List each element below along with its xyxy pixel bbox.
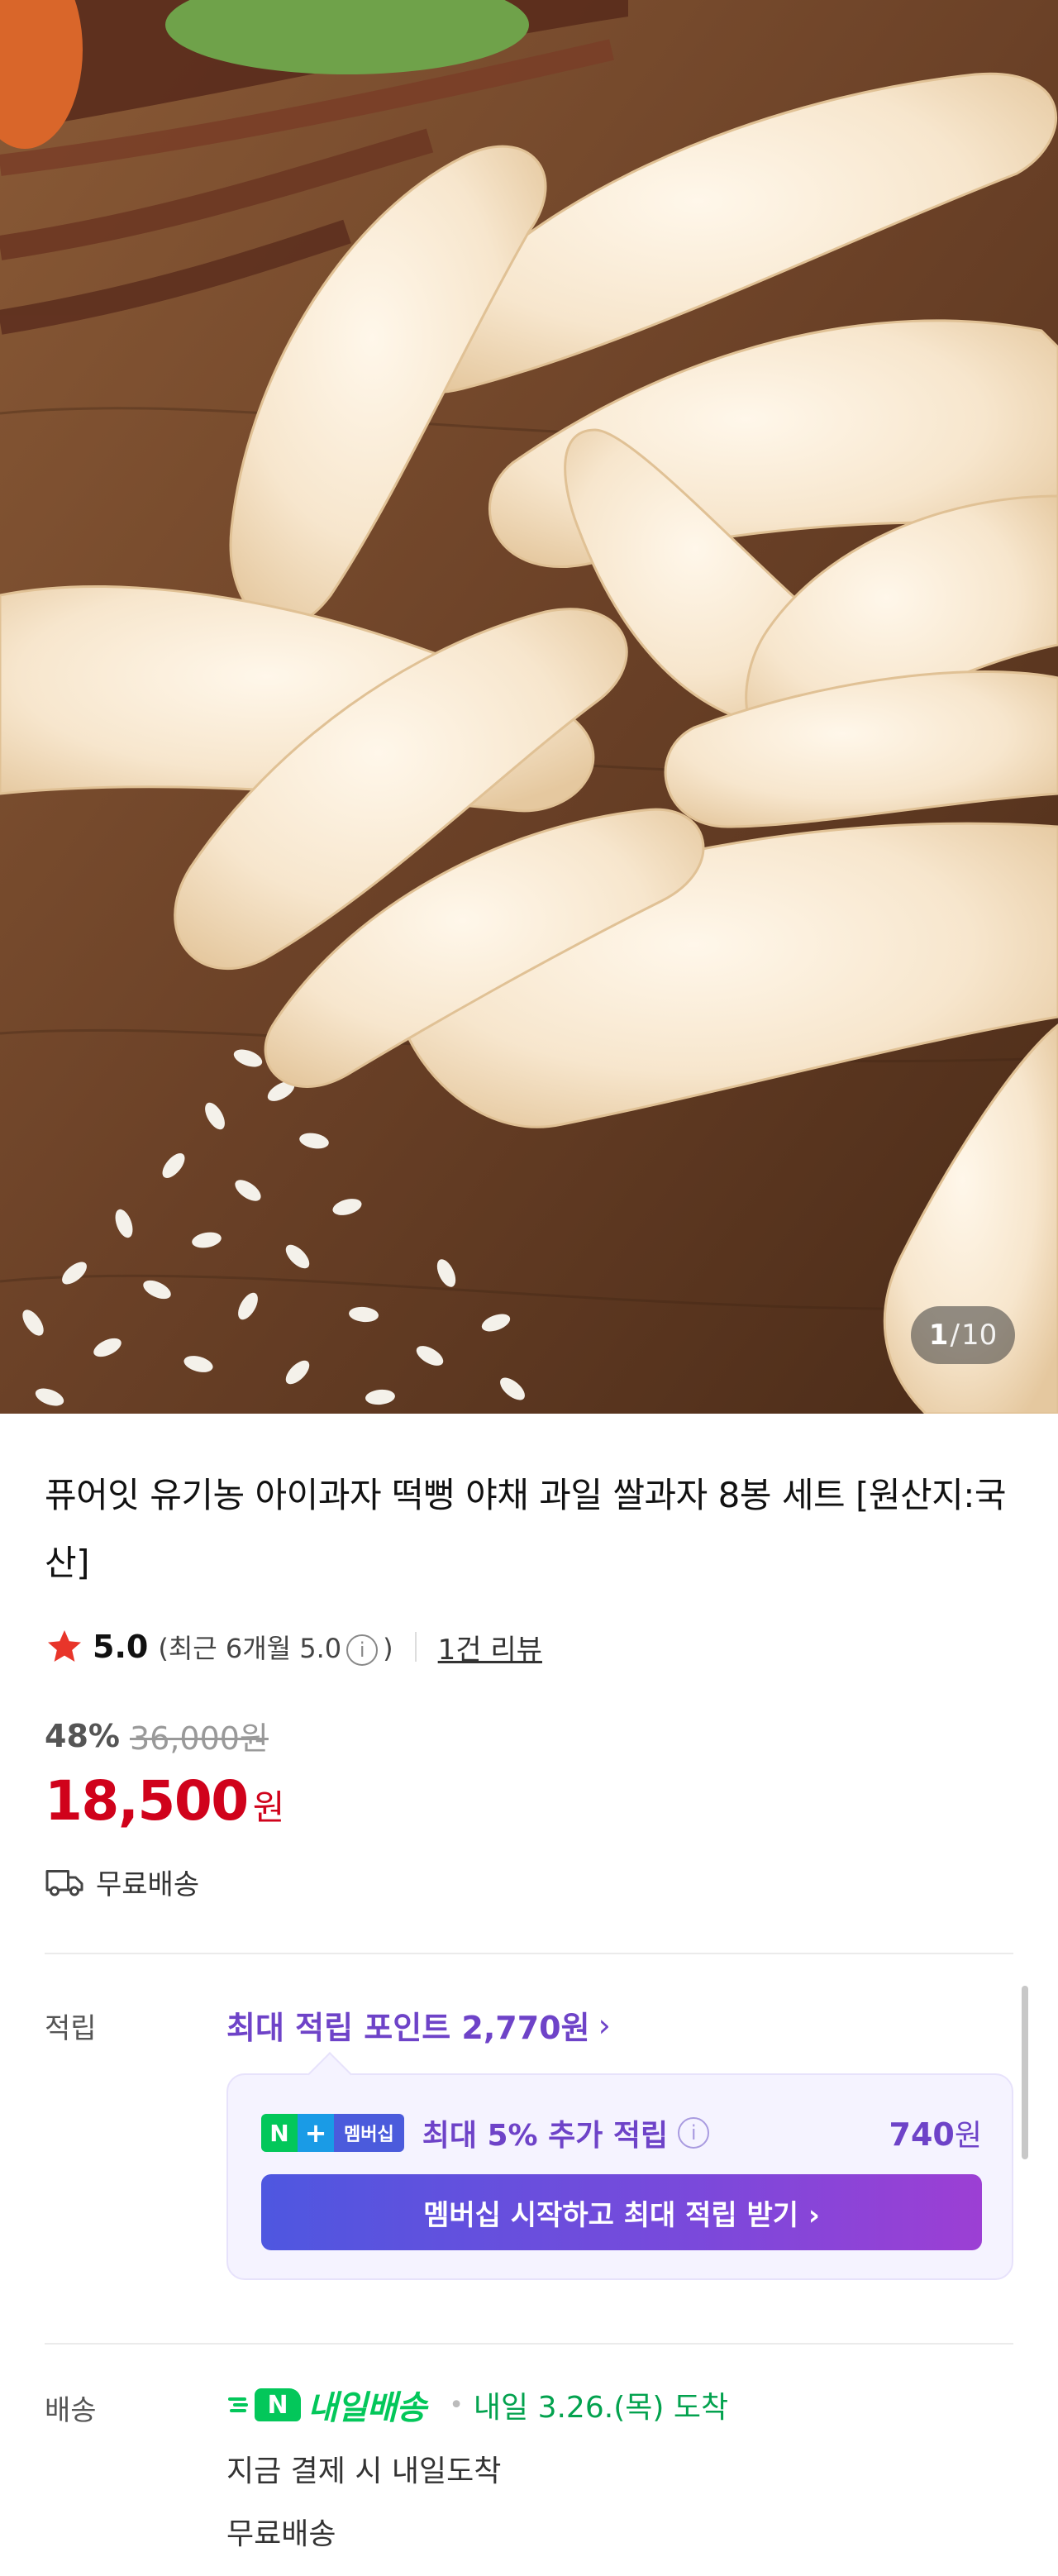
chevron-right-icon: › bbox=[598, 2006, 611, 2044]
image-counter-current: 1 bbox=[928, 1319, 949, 1352]
rating-recent-text: (최근 6개월 5.0 bbox=[158, 1633, 342, 1664]
info-icon[interactable]: i bbox=[346, 1634, 379, 1666]
rating-row: 5.0 (최근 6개월 5.0 i) 1건 리뷰 bbox=[45, 1622, 542, 1672]
separator-dot: • bbox=[449, 2390, 464, 2420]
delivery-fee-line: 무료배송 bbox=[226, 2517, 336, 2551]
image-counter-separator: / bbox=[950, 1319, 960, 1352]
membership-extra-row: N + 멤버십 최대 5% 추가 적립 i 740원 bbox=[261, 2108, 982, 2158]
original-price: 36,000원 bbox=[129, 1720, 269, 1757]
section-divider bbox=[45, 1953, 1013, 1954]
price-row: 18,500 원 bbox=[45, 1769, 284, 1833]
nextday-delivery-row: N 내일배송 • 내일 3.26.(목) 도착 bbox=[226, 2381, 728, 2429]
max-points-text: 최대 적립 포인트 2,770원 bbox=[226, 2010, 590, 2046]
membership-extra-amount-unit: 원 bbox=[954, 2119, 982, 2153]
points-label: 적립 bbox=[45, 2012, 97, 2045]
truck-icon bbox=[45, 1869, 83, 1896]
delivery-label: 배송 bbox=[45, 2394, 97, 2427]
section-divider bbox=[45, 2343, 1013, 2345]
image-counter-total: 10 bbox=[960, 1319, 998, 1352]
review-link[interactable]: 1건 리뷰 bbox=[438, 1627, 542, 1667]
product-image[interactable]: 1/10 bbox=[0, 0, 1058, 1414]
shipping-text: 무료배송 bbox=[96, 1868, 200, 1901]
delivery-info-line: 지금 결제 시 내일도착 bbox=[226, 2454, 502, 2488]
scrollbar[interactable] bbox=[1022, 1986, 1028, 2159]
image-counter: 1/10 bbox=[911, 1306, 1015, 1364]
product-photo bbox=[0, 0, 1058, 1414]
discount-row: 48% 36,000원 bbox=[45, 1713, 269, 1758]
rating-recent-close: ) bbox=[383, 1633, 393, 1664]
rating-recent: (최근 6개월 5.0 i) bbox=[158, 1628, 393, 1666]
sale-price: 18,500 bbox=[45, 1769, 249, 1833]
price-unit: 원 bbox=[252, 1787, 285, 1828]
membership-extra-text: 최대 5% 추가 적립 bbox=[422, 2119, 669, 2153]
naver-n-icon: N bbox=[255, 2388, 301, 2421]
speed-lines-icon bbox=[228, 2397, 248, 2412]
nextday-delivery-logo: N 내일배송 bbox=[226, 2381, 427, 2429]
nextday-delivery-text: 내일배송 bbox=[307, 2389, 427, 2427]
membership-extra-amount-value: 740 bbox=[889, 2116, 955, 2153]
rating-score: 5.0 bbox=[93, 1629, 149, 1665]
info-icon[interactable]: i bbox=[678, 2117, 710, 2149]
membership-points-box: N + 멤버십 최대 5% 추가 적립 i 740원 멤버십 시작하고 최대 적… bbox=[226, 2073, 1013, 2280]
product-title: 퓨어잇 유기농 아이과자 떡뻥 야채 과일 쌀과자 8봉 세트 [원산지:국산] bbox=[45, 1475, 1007, 1583]
naver-plus-membership-badge: N + 멤버십 bbox=[261, 2114, 404, 2152]
max-points-link[interactable]: 최대 적립 포인트 2,770원 › bbox=[226, 2002, 611, 2048]
shipping-row: 무료배송 bbox=[45, 1862, 199, 1902]
divider bbox=[414, 1632, 417, 1662]
plus-icon: + bbox=[298, 2114, 334, 2152]
naver-n-icon: N bbox=[261, 2114, 298, 2152]
start-membership-button[interactable]: 멤버십 시작하고 최대 적립 받기 › bbox=[261, 2174, 982, 2250]
arrival-date: 내일 3.26.(목) 도착 bbox=[473, 2391, 729, 2425]
membership-badge-text: 멤버십 bbox=[334, 2114, 404, 2152]
discount-rate: 48% bbox=[45, 1717, 120, 1754]
membership-extra-amount: 740원 bbox=[889, 2111, 982, 2154]
star-icon bbox=[48, 1630, 81, 1662]
